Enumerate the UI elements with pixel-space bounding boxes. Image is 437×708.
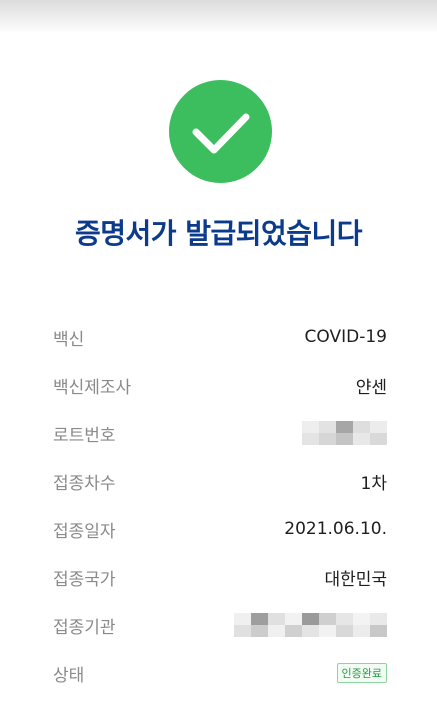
value-vaccine: COVID-19 (304, 327, 387, 347)
success-check-icon (169, 80, 272, 183)
label-manufacturer: 백신제조사 (53, 377, 132, 398)
label-country: 접종국가 (53, 569, 116, 590)
label-vaccine: 백신 (53, 329, 85, 350)
row-manufacturer: 백신제조사 얀센 (53, 361, 387, 409)
certificate-details: 백신 COVID-19 백신제조사 얀센 로트번호 접종차수 1차 접종일자 2… (53, 313, 387, 697)
row-vaccine: 백신 COVID-19 (53, 313, 387, 361)
label-status: 상태 (53, 665, 85, 686)
institution-redacted (234, 613, 387, 637)
row-dose-number: 접종차수 1차 (53, 457, 387, 505)
value-date: 2021.06.10. (284, 519, 387, 539)
row-lot-number: 로트번호 (53, 409, 387, 457)
label-dose-number: 접종차수 (53, 473, 116, 494)
value-dose-number: 1차 (360, 473, 387, 494)
row-date: 접종일자 2021.06.10. (53, 505, 387, 553)
row-institution: 접종기관 (53, 601, 387, 649)
row-country: 접종국가 대한민국 (53, 553, 387, 601)
page-title: 증명서가 발급되었습니다 (74, 217, 363, 250)
label-lot-number: 로트번호 (53, 425, 116, 446)
value-country: 대한민국 (324, 569, 387, 590)
status-bar-shade (0, 0, 437, 34)
value-manufacturer: 얀센 (355, 377, 387, 398)
label-institution: 접종기관 (53, 617, 116, 638)
row-status: 상태 인증완료 (53, 649, 387, 697)
label-date: 접종일자 (53, 521, 116, 542)
status-badge: 인증완료 (336, 663, 387, 683)
lot-number-redacted (302, 421, 387, 445)
